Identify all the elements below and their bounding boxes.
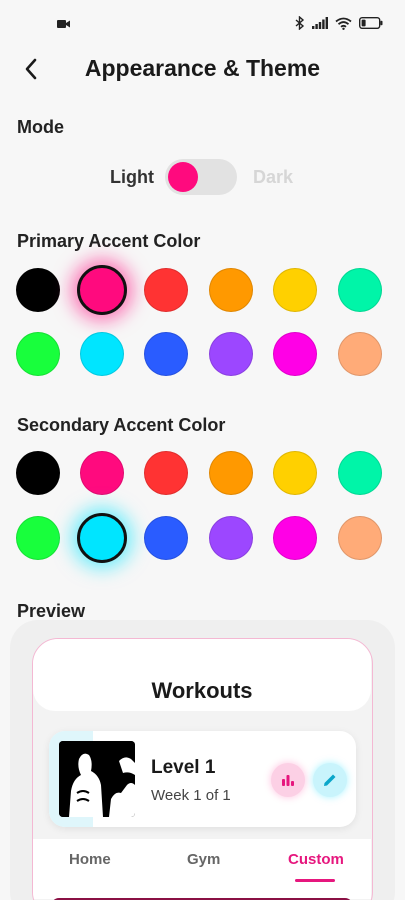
primary-color-swatch-selected[interactable] (77, 265, 127, 315)
primary-color-swatch[interactable] (144, 332, 188, 376)
tab-gym[interactable]: Gym (187, 851, 220, 868)
status-bar (0, 0, 405, 46)
preview-tab-bar: Home Gym Custom (33, 839, 371, 899)
mode-light-label: Light (110, 167, 154, 187)
workout-card[interactable]: Level 1 Week 1 of 1 (49, 731, 356, 827)
toggle-knob (168, 162, 198, 192)
active-tab-indicator (295, 879, 335, 882)
secondary-color-swatch[interactable] (209, 451, 253, 495)
secondary-color-swatch-selected[interactable] (77, 513, 127, 563)
preview-section-title: Preview (17, 601, 86, 621)
secondary-color-swatch[interactable] (273, 516, 317, 560)
bar-chart-icon (282, 775, 294, 786)
workout-title: Level 1 (151, 757, 216, 778)
page-title: Appearance & Theme (84, 55, 321, 81)
preview-screen-title: Workouts (151, 678, 253, 703)
theme-mode-toggle[interactable] (165, 159, 237, 195)
primary-color-swatch[interactable] (338, 332, 382, 376)
signal-icon (312, 17, 328, 29)
workout-subtitle: Week 1 of 1 (151, 787, 231, 804)
mode-section-title: Mode (17, 117, 64, 137)
bluetooth-icon (295, 16, 305, 30)
workout-thumbnail (59, 741, 135, 817)
primary-accent-title: Primary Accent Color (17, 231, 201, 251)
secondary-color-swatch[interactable] (80, 451, 124, 495)
stats-button[interactable] (271, 763, 305, 797)
secondary-color-swatch[interactable] (209, 516, 253, 560)
primary-color-swatch[interactable] (144, 268, 188, 312)
tab-custom[interactable]: Custom (288, 851, 344, 868)
secondary-color-swatch[interactable] (338, 516, 382, 560)
primary-color-swatch[interactable] (209, 332, 253, 376)
wifi-icon (335, 17, 352, 30)
mode-dark-label: Dark (253, 167, 294, 187)
tab-home[interactable]: Home (69, 851, 111, 868)
video-camera-icon (57, 20, 70, 28)
status-icons (295, 16, 383, 30)
primary-color-swatch[interactable] (338, 268, 382, 312)
primary-color-swatch[interactable] (273, 332, 317, 376)
secondary-accent-title: Secondary Accent Color (17, 415, 226, 435)
primary-color-swatch[interactable] (16, 268, 60, 312)
preview-header: Workouts (33, 639, 371, 711)
secondary-color-swatch[interactable] (16, 516, 60, 560)
secondary-color-swatch[interactable] (338, 451, 382, 495)
battery-icon (359, 17, 383, 29)
primary-color-swatch[interactable] (273, 268, 317, 312)
secondary-color-swatch[interactable] (273, 451, 317, 495)
athlete-silhouette-icon (59, 741, 135, 817)
primary-color-swatch[interactable] (80, 332, 124, 376)
preview-phone-frame: Workouts Level 1 Week 1 of 1 Home Gym Cu… (32, 638, 373, 900)
edit-button[interactable] (313, 763, 347, 797)
primary-color-swatch[interactable] (209, 268, 253, 312)
app-header: Appearance & Theme (0, 46, 405, 96)
primary-color-swatch[interactable] (16, 332, 60, 376)
secondary-color-swatch[interactable] (144, 451, 188, 495)
mode-switch-row: Light Dark (0, 157, 405, 197)
secondary-color-swatch[interactable] (16, 451, 60, 495)
secondary-color-swatch[interactable] (144, 516, 188, 560)
pencil-icon (324, 774, 336, 786)
